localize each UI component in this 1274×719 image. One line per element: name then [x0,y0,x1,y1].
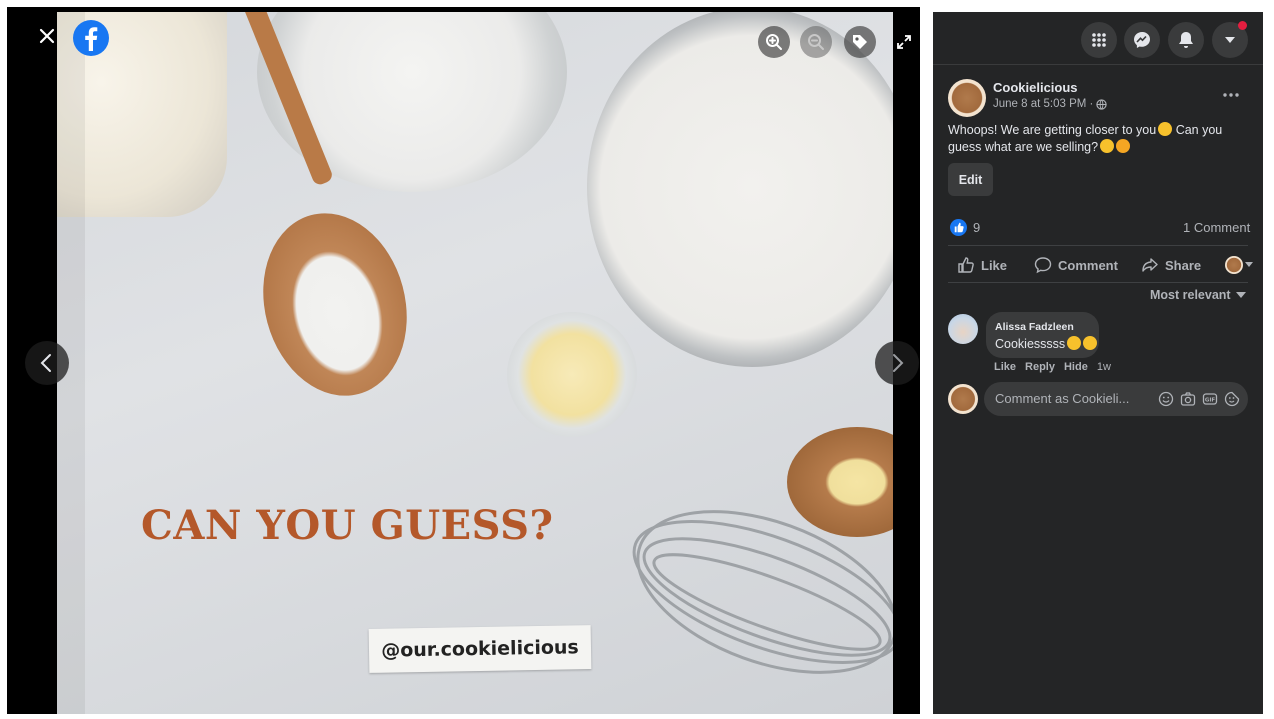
comment-icon [1034,257,1052,274]
zoom-in-icon [766,34,782,50]
notification-dot [1238,21,1247,30]
composer-avatar [948,384,978,414]
comment-button-label: Comment [1058,257,1118,273]
comment-actions: Like Reply Hide 1w [994,361,1111,373]
svg-text:GIF: GIF [1205,398,1216,404]
camera-icon[interactable] [1180,391,1196,407]
messenger-icon [1134,32,1150,48]
like-button[interactable]: Like [957,256,1007,274]
comment-smile-emoji-icon [1067,336,1082,350]
messenger-button[interactable] [1124,22,1160,58]
page-avatar[interactable] [948,79,986,117]
post-photo: CAN YOU GUESS? @our.cookielicious [57,12,893,714]
comment-smile-emoji-2-icon [1083,336,1098,350]
comment-bubble: Alissa Fadzleen Cookiesssss [986,312,1099,358]
tag-icon [853,35,867,49]
chevron-down-icon [1235,291,1246,298]
notifications-button[interactable] [1168,22,1204,58]
divider-bottom [948,282,1248,283]
share-icon [1142,258,1158,272]
post-as-selector[interactable] [1225,256,1253,274]
commenter-avatar[interactable] [948,314,978,344]
post-timestamp[interactable]: June 8 at 5:03 PM · [993,98,1108,110]
post-text-line-2: guess what are we selling? [948,139,1131,154]
globe-icon [1096,98,1108,110]
facebook-logo-icon [85,27,98,51]
photo-viewer: CAN YOU GUESS? @our.cookielicious [7,7,920,714]
post-text-line-1: Whoops! We are getting closer to you Can… [948,122,1222,137]
spoon-bowl-illustration [243,197,427,412]
thumbs-up-icon [958,257,974,273]
fullscreen-button[interactable] [890,28,918,56]
comment-text-content: Cookiesssss [995,337,1066,351]
post-side-panel: Cookielicious June 8 at 5:03 PM · Whoops… [933,12,1263,714]
post-text-part-3: guess what are we selling? [948,140,1099,154]
butter-bowl-illustration [507,312,637,437]
close-icon [39,28,55,44]
chevron-left-icon [40,354,51,372]
comment-text: Cookiesssss [995,336,1098,351]
divider-top [948,245,1248,246]
comment-sort-dropdown[interactable]: Most relevant [1150,288,1246,302]
comment-composer-placeholder: Comment as Cookieli... [995,391,1130,406]
like-button-label: Like [981,257,1008,273]
smile-emoji-icon [1100,139,1115,153]
comment-button[interactable]: Comment [1034,256,1118,274]
ellipsis-icon [1223,93,1239,97]
share-button[interactable]: Share [1141,256,1201,274]
comment-sort-label: Most relevant [1150,288,1231,302]
post-text-part-2: Can you [1172,123,1223,137]
post-as-avatar [1225,256,1243,274]
like-count-text: 9 [973,220,981,235]
zoom-in-button[interactable] [758,26,790,58]
bell-icon [1179,32,1193,48]
flour-bowl-illustration [587,12,893,367]
comment-author[interactable]: Alissa Fadzleen [995,321,1074,333]
menu-button[interactable] [1081,22,1117,58]
next-photo-button[interactable] [875,341,919,385]
shush-emoji-icon [1158,122,1173,136]
comment-count[interactable]: 1 Comment [1183,220,1250,235]
like-reaction-icon [950,219,967,236]
post-author[interactable]: Cookielicious [993,80,1078,95]
post-text-part-1: Whoops! We are getting closer to you [948,123,1157,137]
photo-handle-label: @our.cookielicious [368,625,592,673]
zoom-out-button[interactable] [800,26,832,58]
share-button-label: Share [1165,257,1202,273]
gif-icon[interactable]: GIF [1202,391,1218,407]
post-timestamp-text: June 8 at 5:03 PM · [993,98,1094,110]
coconut-bowl-illustration [257,12,567,192]
edit-post-button[interactable]: Edit [948,163,993,196]
comment-reply-link[interactable]: Reply [1025,361,1055,373]
comment-composer[interactable]: Comment as Cookieli... GIF [984,382,1248,416]
comment-hide-link[interactable]: Hide [1064,361,1088,373]
photo-headline: CAN YOU GUESS? [141,502,554,549]
whisk-illustration [632,510,893,674]
comment-like-link[interactable]: Like [994,361,1016,373]
caret-down-small-icon [1245,262,1253,267]
photo-handle-text: @our.cookielicious [381,636,579,662]
tag-photo-button[interactable] [844,26,876,58]
heart-eyes-emoji-icon [1116,139,1131,153]
fullscreen-icon [897,35,911,49]
panel-header [933,12,1263,65]
comment-time[interactable]: 1w [1097,361,1111,373]
edit-post-label: Edit [958,172,983,187]
menu-grid-icon [1092,33,1106,47]
chevron-right-icon [893,354,904,372]
emoji-icon[interactable] [1158,391,1174,407]
caret-down-icon [1225,37,1235,43]
previous-photo-button[interactable] [25,341,69,385]
facebook-home-link[interactable] [73,20,109,56]
post-options-button[interactable] [1217,84,1245,106]
sticker-icon[interactable] [1224,391,1240,407]
close-viewer-button[interactable] [31,20,63,52]
like-reaction-count[interactable]: 9 [950,219,980,236]
zoom-out-icon [808,34,824,50]
